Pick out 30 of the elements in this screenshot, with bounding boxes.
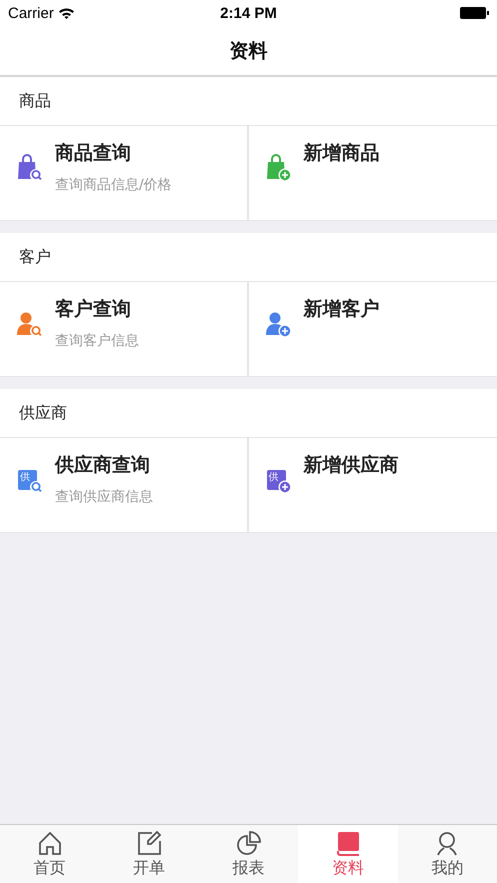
status-time: 2:14 PM bbox=[220, 4, 277, 22]
nav-title: 资料 bbox=[230, 38, 268, 64]
section-title: 供应商 bbox=[19, 402, 67, 424]
book-icon bbox=[334, 830, 361, 856]
item-subtitle: 查询客户信息 bbox=[55, 332, 139, 350]
home-icon bbox=[36, 830, 63, 856]
battery-icon bbox=[460, 7, 489, 19]
section-title: 商品 bbox=[19, 90, 51, 112]
menu-item[interactable]: 供 供应商查询 查询供应商信息 bbox=[0, 438, 248, 532]
menu-item[interactable]: 新增商品 bbox=[248, 126, 497, 220]
item-subtitle: 查询商品信息/价格 bbox=[55, 176, 172, 194]
menu-item[interactable]: 商品查询 查询商品信息/价格 bbox=[0, 126, 248, 220]
menu-item[interactable]: 供 新增供应商 bbox=[248, 438, 497, 532]
wifi-icon bbox=[58, 8, 74, 18]
item-title: 供应商查询 bbox=[55, 453, 151, 478]
item-title: 商品查询 bbox=[55, 141, 132, 166]
item-title: 客户查询 bbox=[55, 297, 132, 322]
pie-chart-icon bbox=[235, 830, 262, 856]
menu-item[interactable]: 新增客户 bbox=[248, 282, 497, 376]
edit-icon bbox=[136, 830, 162, 856]
item-title: 新增商品 bbox=[304, 141, 380, 166]
item-title: 新增供应商 bbox=[304, 453, 398, 478]
search-icon bbox=[29, 480, 43, 494]
add-icon bbox=[278, 480, 292, 494]
menu-item[interactable]: 客户查询 查询客户信息 bbox=[0, 282, 248, 376]
item-subtitle: 查询供应商信息 bbox=[55, 488, 153, 506]
tab-item[interactable]: 资料 bbox=[298, 825, 398, 883]
section-title: 客户 bbox=[19, 246, 51, 268]
item-title: 新增客户 bbox=[304, 297, 380, 322]
carrier-name: Carrier bbox=[8, 4, 54, 22]
